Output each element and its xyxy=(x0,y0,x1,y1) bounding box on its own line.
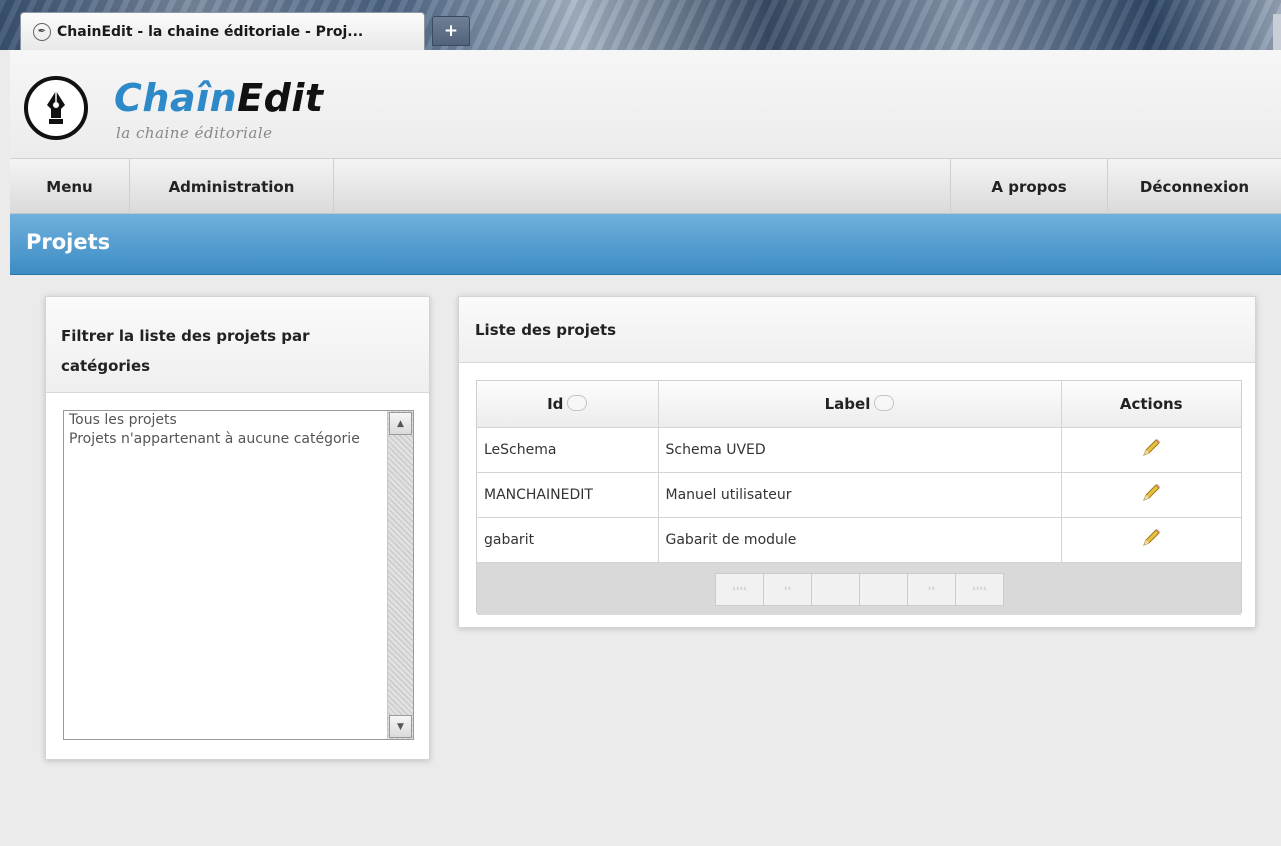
table-row[interactable]: gabarit Gabarit de module xyxy=(477,517,1241,563)
projects-grid: Id Label Actions LeSchema Schema UVED MA… xyxy=(476,380,1242,615)
pager-next-button[interactable]: ›› xyxy=(907,572,956,606)
pager-page-button[interactable] xyxy=(859,572,908,606)
logo-title[interactable]: ChaînEdit xyxy=(114,76,324,120)
nav-about[interactable]: A propos xyxy=(950,159,1107,214)
project-label: Manuel utilisateur xyxy=(658,472,1062,518)
projects-table: Id Label Actions LeSchema Schema UVED MA… xyxy=(477,381,1241,563)
column-header-id[interactable]: Id xyxy=(477,381,659,428)
projects-panel-heading: Liste des projets xyxy=(459,297,1255,363)
actions-cell xyxy=(1061,472,1241,518)
table-row[interactable]: LeSchema Schema UVED xyxy=(477,427,1241,473)
new-tab-button[interactable]: + xyxy=(432,16,470,46)
pager: ‹‹‹‹ ‹‹ ›› ›››› xyxy=(715,572,1004,606)
project-label: Schema UVED xyxy=(658,427,1062,473)
pager-bar: ‹‹‹‹ ‹‹ ›› ›››› xyxy=(477,562,1241,615)
project-id: MANCHAINEDIT xyxy=(477,472,659,518)
project-id: gabarit xyxy=(477,517,659,563)
project-label: Gabarit de module xyxy=(658,517,1062,563)
projects-panel: Liste des projets Id Label Actions LeSch… xyxy=(458,296,1256,628)
table-row[interactable]: MANCHAINEDIT Manuel utilisateur xyxy=(477,472,1241,518)
browser-tab-title: ChainEdit - la chaine éditoriale - Proj.… xyxy=(57,23,364,40)
category-listbox[interactable]: Tous les projets Projets n'appartenant à… xyxy=(63,410,414,740)
filter-panel: Filtrer la liste des projets par catégor… xyxy=(45,296,430,760)
scroll-down-icon[interactable]: ▼ xyxy=(389,715,412,738)
page-title-bar: Projets xyxy=(10,214,1281,275)
pencil-icon[interactable] xyxy=(1140,527,1162,553)
category-option-none[interactable]: Projets n'appartenant à aucune catégorie xyxy=(64,430,413,449)
column-header-label[interactable]: Label xyxy=(658,381,1062,428)
column-header-actions: Actions xyxy=(1061,381,1241,428)
actions-cell xyxy=(1061,427,1241,473)
pencil-icon[interactable] xyxy=(1140,437,1162,463)
fountain-pen-icon[interactable] xyxy=(24,76,88,140)
sort-icon[interactable] xyxy=(567,394,588,411)
page-title: Projets xyxy=(26,230,111,254)
main-nav: Menu Administration A propos Déconnexion xyxy=(10,158,1281,214)
browser-tab[interactable]: ✒ ChainEdit - la chaine éditoriale - Pro… xyxy=(20,12,425,50)
category-option-all[interactable]: Tous les projets xyxy=(64,411,413,430)
app-header: ChaînEdit la chaine éditoriale xyxy=(10,50,1281,158)
pager-first-button[interactable]: ‹‹‹‹ xyxy=(715,572,764,606)
scroll-up-icon[interactable]: ▲ xyxy=(389,412,412,435)
project-id: LeSchema xyxy=(477,427,659,473)
pencil-icon[interactable] xyxy=(1140,482,1162,508)
filter-panel-heading: Filtrer la liste des projets par catégor… xyxy=(46,297,429,393)
nav-administration[interactable]: Administration xyxy=(130,159,334,214)
table-header-row: Id Label Actions xyxy=(477,381,1241,428)
listbox-scrollbar[interactable]: ▲ ▼ xyxy=(387,411,413,739)
nav-menu[interactable]: Menu xyxy=(10,159,130,214)
actions-cell xyxy=(1061,517,1241,563)
tab-strip-edge xyxy=(1273,14,1281,50)
nav-logout[interactable]: Déconnexion xyxy=(1107,159,1281,214)
favicon-icon: ✒ xyxy=(33,22,51,41)
logo-subtitle: la chaine éditoriale xyxy=(116,124,273,142)
pager-last-button[interactable]: ›››› xyxy=(955,572,1004,606)
pager-page-button[interactable] xyxy=(811,572,860,606)
sort-icon[interactable] xyxy=(874,394,895,411)
pager-prev-button[interactable]: ‹‹ xyxy=(763,572,812,606)
browser-tab-strip: ✒ ChainEdit - la chaine éditoriale - Pro… xyxy=(0,0,1281,50)
